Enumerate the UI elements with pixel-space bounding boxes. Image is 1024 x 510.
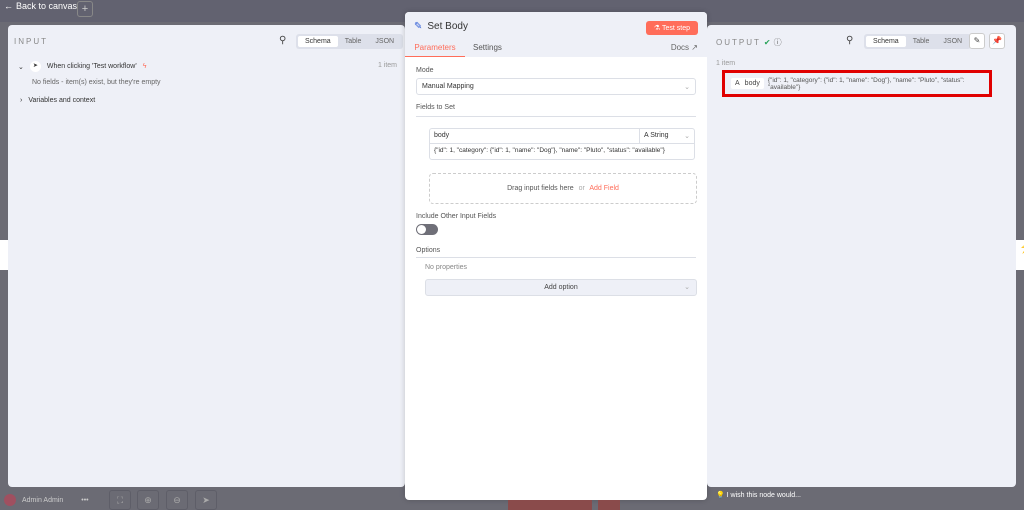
divider <box>416 116 696 117</box>
canvas-edge-right: ⚡ <box>1016 240 1024 270</box>
chevron-down-icon: ⌄ <box>18 63 24 71</box>
add-option-button[interactable]: Add option ⌄ <box>425 279 697 296</box>
tab-table[interactable]: Table <box>906 36 937 47</box>
node-title[interactable]: Set Body <box>427 21 468 32</box>
fields-to-set-label: Fields to Set <box>416 104 455 111</box>
pencil-icon: ✎ <box>414 21 423 32</box>
search-icon[interactable]: ⚲ <box>846 35 853 46</box>
trigger-button[interactable] <box>598 500 620 510</box>
lightning-icon: ϟ <box>142 63 147 70</box>
field-value: {"id": 1, "category": {"id": 1, "name": … <box>767 76 965 91</box>
pointer-icon: ➤ <box>29 61 41 72</box>
docs-link[interactable]: Docs ↗ <box>671 42 698 53</box>
field-value-input[interactable]: {"id": 1, "category": {"id": 1, "name": … <box>430 144 694 157</box>
tab-settings[interactable]: Settings <box>473 42 502 53</box>
node-editor: ✎ Set Body ⚗ Test step Parameters Settin… <box>405 12 707 500</box>
test-workflow-button[interactable] <box>508 500 592 510</box>
add-option-label: Add option <box>544 284 578 291</box>
arrow-left-icon: ← <box>4 1 13 11</box>
zoom-out-icon: ⊖ <box>173 495 181 505</box>
more-icon[interactable]: ••• <box>81 497 88 504</box>
input-title: INPUT <box>14 37 48 46</box>
back-to-canvas-link[interactable]: ← Back to canvas <box>4 1 77 11</box>
variables-label: Variables and context <box>28 97 96 104</box>
pencil-icon: ✎ <box>973 36 981 45</box>
output-title: OUTPUT <box>716 38 761 47</box>
mode-label: Mode <box>416 67 434 74</box>
output-count: 1 item <box>716 60 736 67</box>
drag-text: Drag input fields here <box>507 185 574 192</box>
output-header: OUTPUT ✔ ⓘ <box>716 37 782 48</box>
tab-schema[interactable]: Schema <box>298 36 338 47</box>
success-check-icon: ✔ <box>763 38 771 47</box>
mode-select[interactable]: Manual Mapping ⌄ <box>416 78 696 95</box>
field-type-select[interactable]: A String ⌄ <box>640 129 694 143</box>
string-type-icon: A <box>735 80 740 87</box>
include-label: Include Other Input Fields <box>416 213 497 220</box>
canvas-edge <box>0 240 8 270</box>
string-type-icon: A <box>644 132 649 139</box>
or-text: or <box>578 185 585 192</box>
input-panel: INPUT ⚲ Schema Table JSON ⌄ ➤ When click… <box>8 25 405 487</box>
chevron-down-icon: ⌄ <box>684 284 690 291</box>
cursor-icon: ➤ <box>202 495 210 505</box>
input-count: 1 item <box>377 62 397 69</box>
tab-json[interactable]: JSON <box>936 36 969 47</box>
tab-json[interactable]: JSON <box>368 36 401 47</box>
fit-view-button[interactable]: ⛶ <box>109 490 131 510</box>
tab-schema[interactable]: Schema <box>866 36 906 47</box>
divider <box>416 257 696 258</box>
output-field-row: Abody {"id": 1, "category": {"id": 1, "n… <box>722 70 992 97</box>
drop-zone[interactable]: Drag input fields here or Add Field <box>429 173 697 204</box>
test-step-button[interactable]: ⚗ Test step <box>645 21 698 35</box>
options-label: Options <box>416 247 441 254</box>
back-label: Back to canvas <box>16 1 78 11</box>
avatar <box>4 494 16 506</box>
zoom-in-button[interactable]: ⊕ <box>137 490 159 510</box>
field-key: body <box>744 80 760 87</box>
search-icon[interactable]: ⚲ <box>279 35 286 46</box>
mode-value: Manual Mapping <box>422 83 474 90</box>
flask-icon: ⚗ <box>653 25 661 32</box>
no-properties: No properties <box>425 264 468 271</box>
info-icon[interactable]: ⓘ <box>774 37 782 48</box>
node-header: ✎ Set Body ⚗ Test step Parameters Settin… <box>405 12 707 57</box>
tab-parameters[interactable]: Parameters <box>405 42 465 57</box>
add-tab-button[interactable]: + <box>77 1 93 17</box>
external-link-icon: ↗ <box>691 43 698 52</box>
chevron-down-icon: ⌄ <box>684 84 690 91</box>
toggle-knob <box>417 225 426 234</box>
fullscreen-icon: ⛶ <box>116 495 124 505</box>
tab-table[interactable]: Table <box>338 36 369 47</box>
zoom-in-icon: ⊕ <box>144 495 152 505</box>
lightbulb-icon: 💡 <box>716 492 725 499</box>
output-view-tabs: Schema Table JSON <box>864 34 972 49</box>
field-pill[interactable]: Abody <box>731 78 764 89</box>
field-name-input[interactable]: body <box>430 129 640 143</box>
add-field-link[interactable]: Add Field <box>589 185 619 192</box>
test-step-label: Test step <box>661 25 690 32</box>
empty-message: No fields - item(s) exist, but they're e… <box>32 79 161 86</box>
zoom-out-button[interactable]: ⊖ <box>166 490 188 510</box>
field-type-value: String <box>650 132 669 139</box>
chevron-down-icon: ⌄ <box>684 133 690 140</box>
chevron-right-icon: › <box>20 97 23 104</box>
feedback-link[interactable]: 💡 I wish this node would... <box>716 491 801 499</box>
node-icon: ⚡ <box>1019 240 1024 254</box>
input-node-name: When clicking 'Test workflow' <box>46 63 137 70</box>
pin-icon: 📌 <box>992 36 1002 45</box>
select-tool-button[interactable]: ➤ <box>195 490 217 510</box>
user-name: Admin Admin <box>22 496 64 504</box>
field-assignment: body A String ⌄ {"id": 1, "category": {"i… <box>429 128 695 160</box>
variables-row[interactable]: › Variables and context <box>20 97 95 104</box>
input-view-tabs: Schema Table JSON <box>296 34 404 49</box>
user-menu[interactable]: Admin Admin ••• <box>4 494 89 506</box>
input-node-row[interactable]: ⌄ ➤ When clicking 'Test workflow' ϟ <box>18 61 146 72</box>
output-panel: OUTPUT ✔ ⓘ ⚲ Schema Table JSON ✎ 📌 1 item … <box>707 25 1016 487</box>
edit-output-button[interactable]: ✎ <box>969 33 985 49</box>
docs-label: Docs <box>670 43 690 52</box>
include-toggle[interactable] <box>416 224 438 235</box>
feedback-text: I wish this node would... <box>726 492 801 499</box>
pin-data-button[interactable]: 📌 <box>989 33 1005 49</box>
